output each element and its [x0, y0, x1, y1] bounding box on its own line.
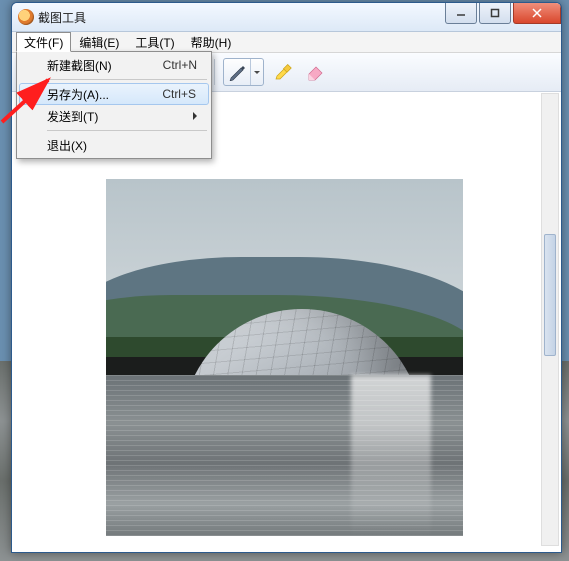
pen-icon	[228, 63, 246, 81]
scroll-thumb[interactable]	[544, 234, 556, 356]
highlighter-icon	[273, 62, 293, 82]
close-button[interactable]	[513, 3, 561, 24]
file-menu-dropdown: 新建截图(N) Ctrl+N 另存为(A)... Ctrl+S 发送到(T) 退…	[16, 51, 212, 159]
menu-send-to[interactable]: 发送到(T)	[19, 105, 209, 127]
menu-tools[interactable]: 工具(T)	[127, 32, 182, 52]
minimize-button[interactable]	[445, 3, 477, 24]
menu-item-label: 另存为(A)...	[47, 86, 109, 103]
pen-tool[interactable]	[223, 58, 264, 86]
menu-save-as[interactable]: 另存为(A)... Ctrl+S	[19, 83, 209, 105]
titlebar[interactable]: 截图工具	[12, 3, 561, 32]
menu-item-shortcut: Ctrl+S	[162, 87, 208, 101]
eraser-icon	[305, 62, 325, 82]
menu-help[interactable]: 帮助(H)	[183, 32, 240, 52]
menubar: 文件(F) 编辑(E) 工具(T) 帮助(H)	[12, 32, 561, 53]
canvas-area	[16, 93, 541, 548]
eraser-tool[interactable]	[302, 59, 328, 85]
pen-dropdown[interactable]	[250, 59, 263, 85]
menu-file[interactable]: 文件(F)	[16, 32, 71, 52]
highlighter-tool[interactable]	[270, 59, 296, 85]
menu-item-label: 退出(X)	[47, 137, 87, 154]
menu-edit[interactable]: 编辑(E)	[71, 32, 127, 52]
snip-image[interactable]	[106, 179, 463, 536]
app-icon	[18, 9, 34, 25]
menu-exit[interactable]: 退出(X)	[19, 134, 209, 156]
app-window: 截图工具 文件(F) 编辑(E) 工具(T) 帮助(H)	[11, 2, 562, 553]
menu-item-shortcut: Ctrl+N	[163, 58, 209, 72]
menu-item-label: 新建截图(N)	[47, 57, 112, 74]
menu-new-snip[interactable]: 新建截图(N) Ctrl+N	[19, 54, 209, 76]
vertical-scrollbar[interactable]	[541, 93, 559, 546]
window-title: 截图工具	[38, 9, 86, 26]
maximize-button[interactable]	[479, 3, 511, 24]
menu-item-label: 发送到(T)	[47, 108, 98, 125]
